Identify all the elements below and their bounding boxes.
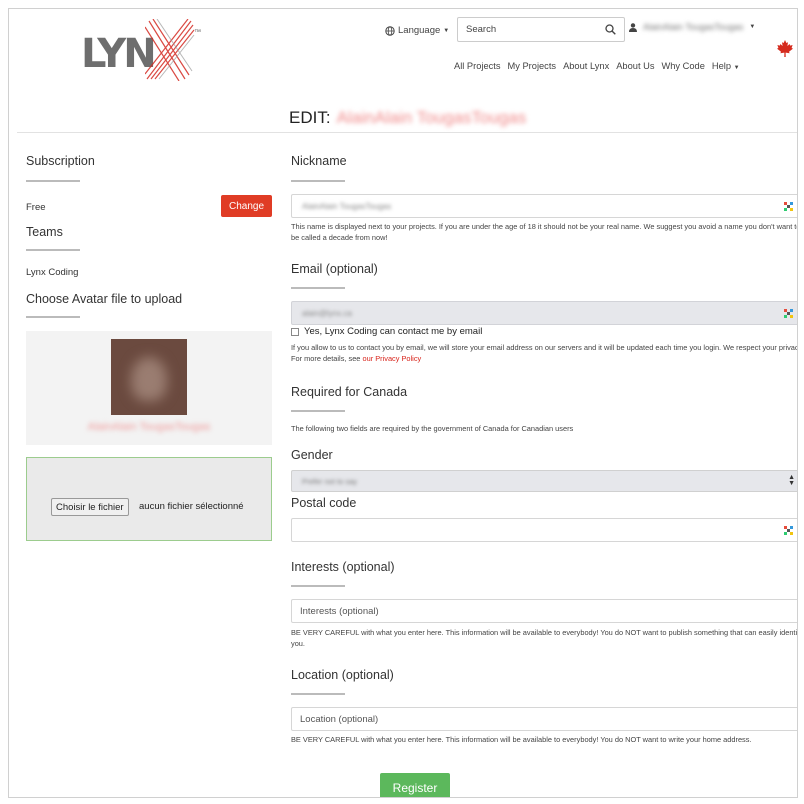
- canada-heading: Required for Canada: [291, 385, 408, 399]
- search-box: [457, 17, 625, 42]
- logo-text: LYN: [81, 31, 157, 77]
- password-manager-icon[interactable]: [784, 526, 793, 535]
- interests-underline: [291, 585, 345, 587]
- canada-help: The following two fields are required by…: [291, 424, 574, 433]
- password-manager-icon[interactable]: [784, 202, 793, 211]
- postal-code-input[interactable]: [292, 519, 797, 541]
- nickname-underline: [291, 180, 345, 182]
- gender-select[interactable]: Prefer not to say ▲ ▼: [291, 470, 797, 492]
- password-manager-icon[interactable]: [784, 309, 793, 318]
- user-name: AlainAlain TougasTougas: [643, 22, 744, 32]
- email-label: Email (optional): [291, 262, 378, 276]
- interests-input[interactable]: [292, 600, 797, 622]
- register-button[interactable]: Register: [380, 773, 450, 797]
- avatar: [111, 339, 187, 415]
- team-name[interactable]: Lynx Coding: [26, 267, 78, 278]
- caret-down-icon: ▼: [733, 65, 740, 71]
- header-divider: [17, 132, 797, 133]
- change-subscription-button[interactable]: Change: [221, 195, 272, 217]
- postal-code-label: Postal code: [291, 496, 357, 510]
- nav-my-projects[interactable]: My Projects: [508, 61, 557, 71]
- caret-down-icon: ▼: [749, 24, 756, 30]
- lynx-logo[interactable]: LYN ™: [81, 19, 211, 81]
- nav-help-label: Help: [711, 61, 732, 71]
- location-help: BE VERY CAREFUL with what you enter here…: [291, 735, 752, 744]
- search-input[interactable]: [458, 23, 596, 36]
- nav-help[interactable]: Help ▼: [712, 61, 740, 71]
- teams-heading: Teams: [26, 225, 63, 239]
- postal-code-field[interactable]: [291, 518, 797, 542]
- avatar-upload-dropzone[interactable]: Choisir le fichier aucun fichier sélecti…: [26, 457, 272, 541]
- user-icon: [629, 22, 637, 32]
- avatar-card: AlainAlain TougasTougas: [26, 331, 272, 445]
- search-icon[interactable]: [605, 24, 616, 35]
- maple-leaf-icon: [777, 40, 793, 57]
- language-dropdown[interactable]: Language ▼: [385, 25, 449, 36]
- interests-field: [291, 599, 797, 623]
- email-contact-label[interactable]: Yes, Lynx Coding can contact me by email: [304, 326, 482, 337]
- location-underline: [291, 693, 345, 695]
- nav-about-lynx[interactable]: About Lynx: [563, 61, 609, 71]
- trademark: ™: [194, 29, 201, 36]
- select-arrows-icon: ▲ ▼: [788, 474, 795, 487]
- nickname-label: Nickname: [291, 154, 347, 168]
- email-underline: [291, 287, 345, 289]
- page-frame: LYN ™ Language ▼ Search AlainAlain Touga…: [8, 8, 798, 798]
- teams-underline: [26, 249, 80, 251]
- nickname-field[interactable]: AlainAlain TougasTougas: [291, 194, 797, 218]
- location-field: [291, 707, 797, 731]
- email-value: alain@lynx.ca: [302, 309, 352, 318]
- nav-why-code[interactable]: Why Code: [661, 61, 704, 71]
- gender-selected: Prefer not to say: [302, 477, 358, 486]
- avatar-user-name: AlainAlain TougasTougas: [87, 421, 211, 433]
- interests-help: BE VERY CAREFUL with what you enter here…: [291, 628, 798, 648]
- privacy-policy-link[interactable]: our Privacy Policy: [362, 354, 421, 363]
- nickname-value: AlainAlain TougasTougas: [302, 202, 392, 211]
- subscription-plan: Free: [26, 202, 46, 213]
- language-label: Language: [398, 25, 441, 36]
- edit-user-name: AlainAlain TougasTougas: [336, 108, 527, 127]
- gender-label: Gender: [291, 448, 333, 462]
- location-label: Location (optional): [291, 668, 394, 682]
- main-nav: All Projects My Projects About Lynx Abou…: [454, 61, 740, 71]
- subscription-underline: [26, 180, 80, 182]
- globe-icon: [385, 25, 395, 36]
- avatar-underline: [26, 316, 80, 318]
- canada-underline: [291, 410, 345, 412]
- avatar-heading: Choose Avatar file to upload: [26, 292, 183, 306]
- page-title: EDIT: AlainAlain TougasTougas: [289, 108, 526, 128]
- file-status: aucun fichier sélectionné: [139, 501, 244, 512]
- nav-about-us[interactable]: About Us: [616, 61, 654, 71]
- caret-down-icon: ▼: [443, 27, 450, 34]
- email-help: If you allow to us to contact you by ema…: [291, 343, 797, 364]
- nickname-help: This name is displayed next to your proj…: [291, 222, 798, 242]
- email-contact-checkbox[interactable]: [291, 328, 299, 336]
- email-field[interactable]: alain@lynx.ca: [291, 301, 797, 325]
- edit-prefix: EDIT:: [289, 108, 331, 127]
- choose-file-button[interactable]: Choisir le fichier: [51, 498, 129, 516]
- user-menu[interactable]: AlainAlain TougasTougas ▼: [629, 22, 755, 32]
- nav-all-projects[interactable]: All Projects: [454, 61, 501, 71]
- interests-label: Interests (optional): [291, 560, 395, 574]
- logo-x-mark-icon: [145, 19, 195, 81]
- location-input[interactable]: [292, 708, 797, 730]
- subscription-heading: Subscription: [26, 154, 95, 168]
